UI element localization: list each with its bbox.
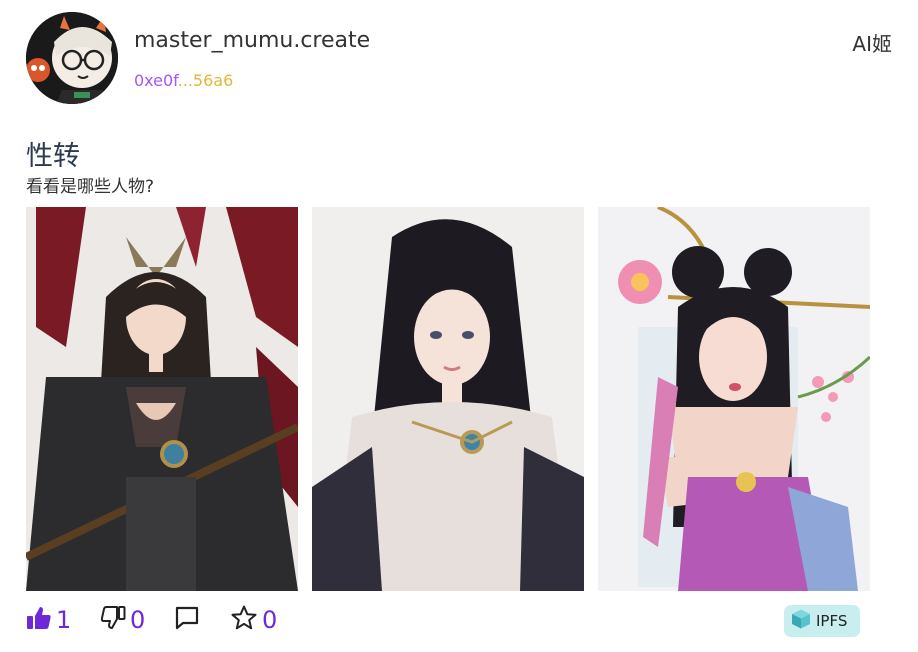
comment-button[interactable]: [174, 603, 200, 637]
post-description: 看看是哪些人物?: [26, 177, 155, 197]
thumbs-up-icon: [26, 605, 52, 635]
like-count: 1: [56, 606, 72, 634]
gallery-image-1[interactable]: [26, 207, 298, 591]
dislike-button[interactable]: 0: [100, 603, 145, 637]
wallet-address-end: ...56a6: [177, 71, 234, 90]
favorite-count: 0: [262, 606, 278, 634]
thumbs-down-icon: [100, 605, 126, 635]
post-title: 性转: [26, 141, 80, 172]
comment-icon: [174, 605, 200, 635]
dislike-count: 0: [130, 606, 146, 634]
ipfs-button[interactable]: IPFS: [784, 605, 860, 637]
gallery-image-2[interactable]: [312, 207, 584, 591]
like-button[interactable]: 1: [26, 603, 71, 637]
wallet-address[interactable]: 0xe0f...56a6: [134, 71, 233, 90]
gallery-image-3[interactable]: [598, 207, 870, 591]
avatar[interactable]: [26, 12, 118, 104]
post-header: master_mumu.create 0xe0f...56a6 AI姬: [26, 12, 892, 104]
wallet-address-start: 0xe0f: [134, 71, 178, 90]
username[interactable]: master_mumu.create: [134, 28, 370, 53]
category-tag[interactable]: AI姬: [852, 28, 892, 57]
ipfs-label: IPFS: [816, 612, 848, 630]
favorite-button[interactable]: 0: [230, 603, 277, 637]
post-actions: 1 0 0 IPFS: [26, 603, 866, 637]
star-icon: [230, 604, 258, 636]
cube-icon: [790, 608, 812, 634]
